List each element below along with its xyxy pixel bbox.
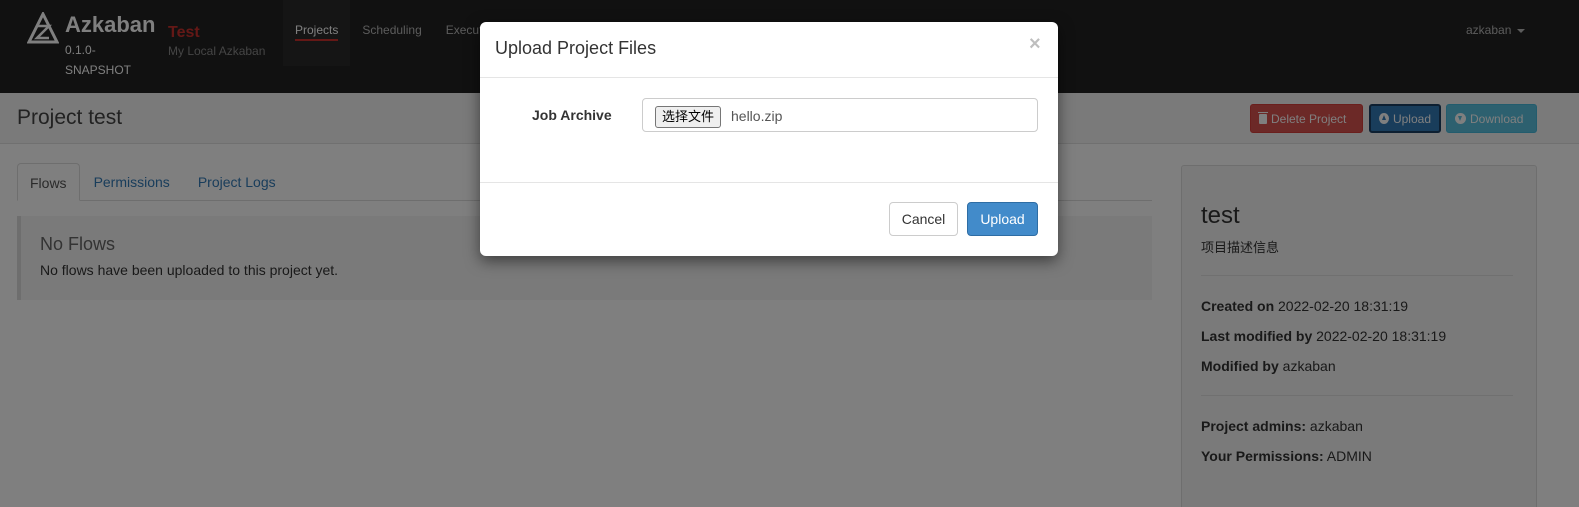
modal-header: Upload Project Files × (480, 22, 1058, 78)
upload-submit-button[interactable]: Upload (967, 202, 1038, 236)
selected-file-name: hello.zip (731, 108, 783, 124)
job-archive-file-input[interactable]: 选择文件 hello.zip (642, 98, 1038, 132)
job-archive-label: Job Archive (532, 107, 612, 123)
upload-modal: Upload Project Files × Job Archive 选择文件 … (480, 22, 1058, 256)
modal-footer: Cancel Upload (480, 182, 1058, 256)
modal-title: Upload Project Files (495, 38, 657, 58)
choose-file-button[interactable]: 选择文件 (655, 106, 722, 128)
cancel-button[interactable]: Cancel (889, 202, 958, 236)
close-icon[interactable]: × (1029, 34, 1041, 54)
